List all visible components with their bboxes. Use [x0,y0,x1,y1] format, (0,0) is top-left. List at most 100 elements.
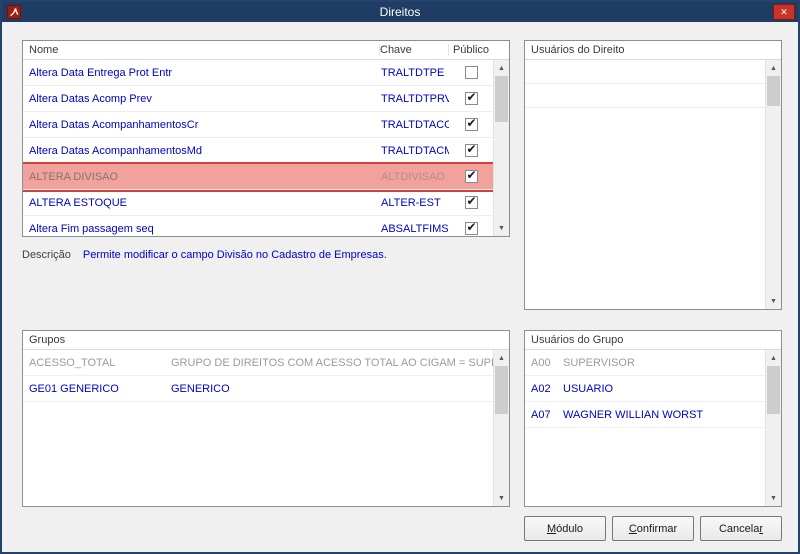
grupo-row[interactable]: GE01 GENERICO GENERICO [23,376,493,402]
publico-checkbox[interactable] [464,90,479,105]
button-label: ódulo [556,522,584,535]
rights-table-header: Nome Chave Público [23,41,509,60]
grupos-title: Grupos [29,334,66,346]
usuario-nome: WAGNER WILLIAN WORST [563,408,704,421]
confirmar-button[interactable]: Confirmar [612,516,694,541]
scroll-down-icon[interactable]: ▼ [494,220,509,236]
usuario-codigo: A07 [531,408,551,421]
scroll-up-icon[interactable]: ▲ [494,350,509,366]
description-text: Permite modificar o campo Divisão no Cad… [82,249,387,261]
publico-checkbox[interactable] [464,168,479,183]
cell-publico [449,90,493,105]
cell-nome: Altera Data Entrega Prot Entr [29,66,173,79]
grupos-list: Grupos ACESSO_TOTAL GRUPO DE DIREITOS CO… [22,330,510,507]
cell-chave: ABSALTFIMS [381,222,449,235]
usuarios-direito-rows[interactable] [525,60,765,309]
usuario-row[interactable]: A02 USUARIO [525,376,765,402]
grupo-row[interactable]: ACESSO_TOTAL GRUPO DE DIREITOS COM ACESS… [23,350,493,376]
cell-nome: ALTERA ESTOQUE [29,196,128,209]
description-label: Descrição [22,249,71,261]
rights-row[interactable]: Altera Fim passagem seq ABSALTFIMS [23,216,493,236]
usuario-row[interactable]: A07 WAGNER WILLIAN WORST [525,402,765,428]
usuarios-direito-header: Usuários do Direito [525,41,781,60]
button-accesskey: C [628,522,637,535]
scrollbar-thumb[interactable] [767,76,780,106]
usuarios-grupo-list: Usuários do Grupo A00 SUPERVISOR A02 USU… [524,330,782,507]
close-icon[interactable]: ✕ [773,4,795,20]
window-title: Direitos [379,5,421,19]
grupo-descricao: GRUPO DE DIREITOS COM ACESSO TOTAL AO CI… [171,356,493,369]
column-header-chave[interactable]: Chave [379,44,448,56]
titlebar[interactable]: Direitos ✕ [2,2,798,22]
usuarios-direito-title: Usuários do Direito [531,44,625,56]
cell-publico [449,220,493,235]
scroll-down-icon[interactable]: ▼ [766,490,781,506]
scroll-up-icon[interactable]: ▲ [766,350,781,366]
direitos-dialog: Direitos ✕ Nome Chave Público Altera Dat… [0,0,800,554]
column-header-nome[interactable]: Nome [23,44,379,56]
usuario-codigo: A02 [531,382,551,395]
cell-chave: ALTER-EST [381,196,441,209]
scrollbar-thumb[interactable] [495,366,508,414]
publico-checkbox[interactable] [464,142,479,157]
scroll-up-icon[interactable]: ▲ [494,60,509,76]
button-label: Cancela [718,522,760,535]
rights-row[interactable]: ALTERA ESTOQUE ALTER-EST [23,190,493,216]
usuario-nome: USUARIO [563,382,614,395]
rights-row[interactable]: Altera Datas AcompanhamentosMd TRALTDTAC… [23,138,493,164]
empty-row [525,60,765,84]
description-row: Descrição Permite modificar o campo Divi… [22,249,387,261]
rights-row-selected[interactable]: ALTERA DIVISAO ALTDIVISAO [23,162,493,192]
scroll-down-icon[interactable]: ▼ [494,490,509,506]
usuarios-grupo-header: Usuários do Grupo [525,331,781,350]
cell-publico [449,194,493,209]
publico-checkbox[interactable] [464,220,479,235]
usuarios-direito-scrollbar[interactable]: ▲ ▼ [765,60,781,309]
rights-rows: Altera Data Entrega Prot Entr TRALTDTPE … [23,60,493,236]
grupos-scrollbar[interactable]: ▲ ▼ [493,350,509,506]
scroll-down-icon[interactable]: ▼ [766,293,781,309]
rights-row[interactable]: Altera Datas AcompanhamentosCr TRALTDTAC… [23,112,493,138]
scrollbar-thumb[interactable] [495,76,508,122]
grupo-codigo: ACESSO_TOTAL [29,356,116,369]
cell-chave: ALTDIVISAO [381,170,445,183]
button-accesskey: M [546,522,557,535]
cell-chave: TRALTDTPRV [381,92,449,105]
cell-chave: TRALTDTPE [381,66,445,79]
cancelar-button[interactable]: Cancelar [700,516,782,541]
cell-chave: TRALTDTACM [381,144,449,157]
rights-row[interactable]: Altera Datas Acomp Prev TRALTDTPRV [23,86,493,112]
usuario-codigo: A00 [531,356,551,369]
cell-nome: Altera Datas AcompanhamentosMd [29,144,203,157]
modulo-button[interactable]: Módulo [524,516,606,541]
button-row: Módulo Confirmar Cancelar [524,516,782,541]
usuarios-grupo-title: Usuários do Grupo [531,334,624,346]
cell-nome: ALTERA DIVISAO [29,170,119,183]
grupo-codigo: GE01 GENERICO [29,382,119,395]
usuario-nome: SUPERVISOR [563,356,635,369]
usuarios-direito-list: Usuários do Direito ▲ ▼ [524,40,782,310]
rights-row[interactable]: Altera Data Entrega Prot Entr TRALTDTPE [23,60,493,86]
cell-chave: TRALTDTACO [381,118,449,131]
empty-row [525,84,765,108]
column-header-publico[interactable]: Público [448,44,493,56]
publico-checkbox[interactable] [464,194,479,209]
usuarios-grupo-scrollbar[interactable]: ▲ ▼ [765,350,781,506]
rights-table: Nome Chave Público Altera Data Entrega P… [22,40,510,237]
rights-scrollbar[interactable]: ▲ ▼ [493,60,509,236]
publico-checkbox[interactable] [464,66,478,79]
button-accesskey: r [759,522,764,535]
grupo-descricao: GENERICO [171,382,230,395]
scrollbar-thumb[interactable] [767,366,780,414]
grupos-rows[interactable]: ACESSO_TOTAL GRUPO DE DIREITOS COM ACESS… [23,350,493,506]
usuarios-grupo-rows[interactable]: A00 SUPERVISOR A02 USUARIO A07 WAGNER WI… [525,350,765,506]
scroll-up-icon[interactable]: ▲ [766,60,781,76]
cell-nome: Altera Datas AcompanhamentosCr [29,118,199,131]
usuario-row[interactable]: A00 SUPERVISOR [525,350,765,376]
grupos-header: Grupos [23,331,509,350]
cell-publico [449,66,493,79]
cell-publico [449,116,493,131]
cell-publico [449,142,493,157]
cell-publico [449,168,493,183]
publico-checkbox[interactable] [464,116,479,131]
